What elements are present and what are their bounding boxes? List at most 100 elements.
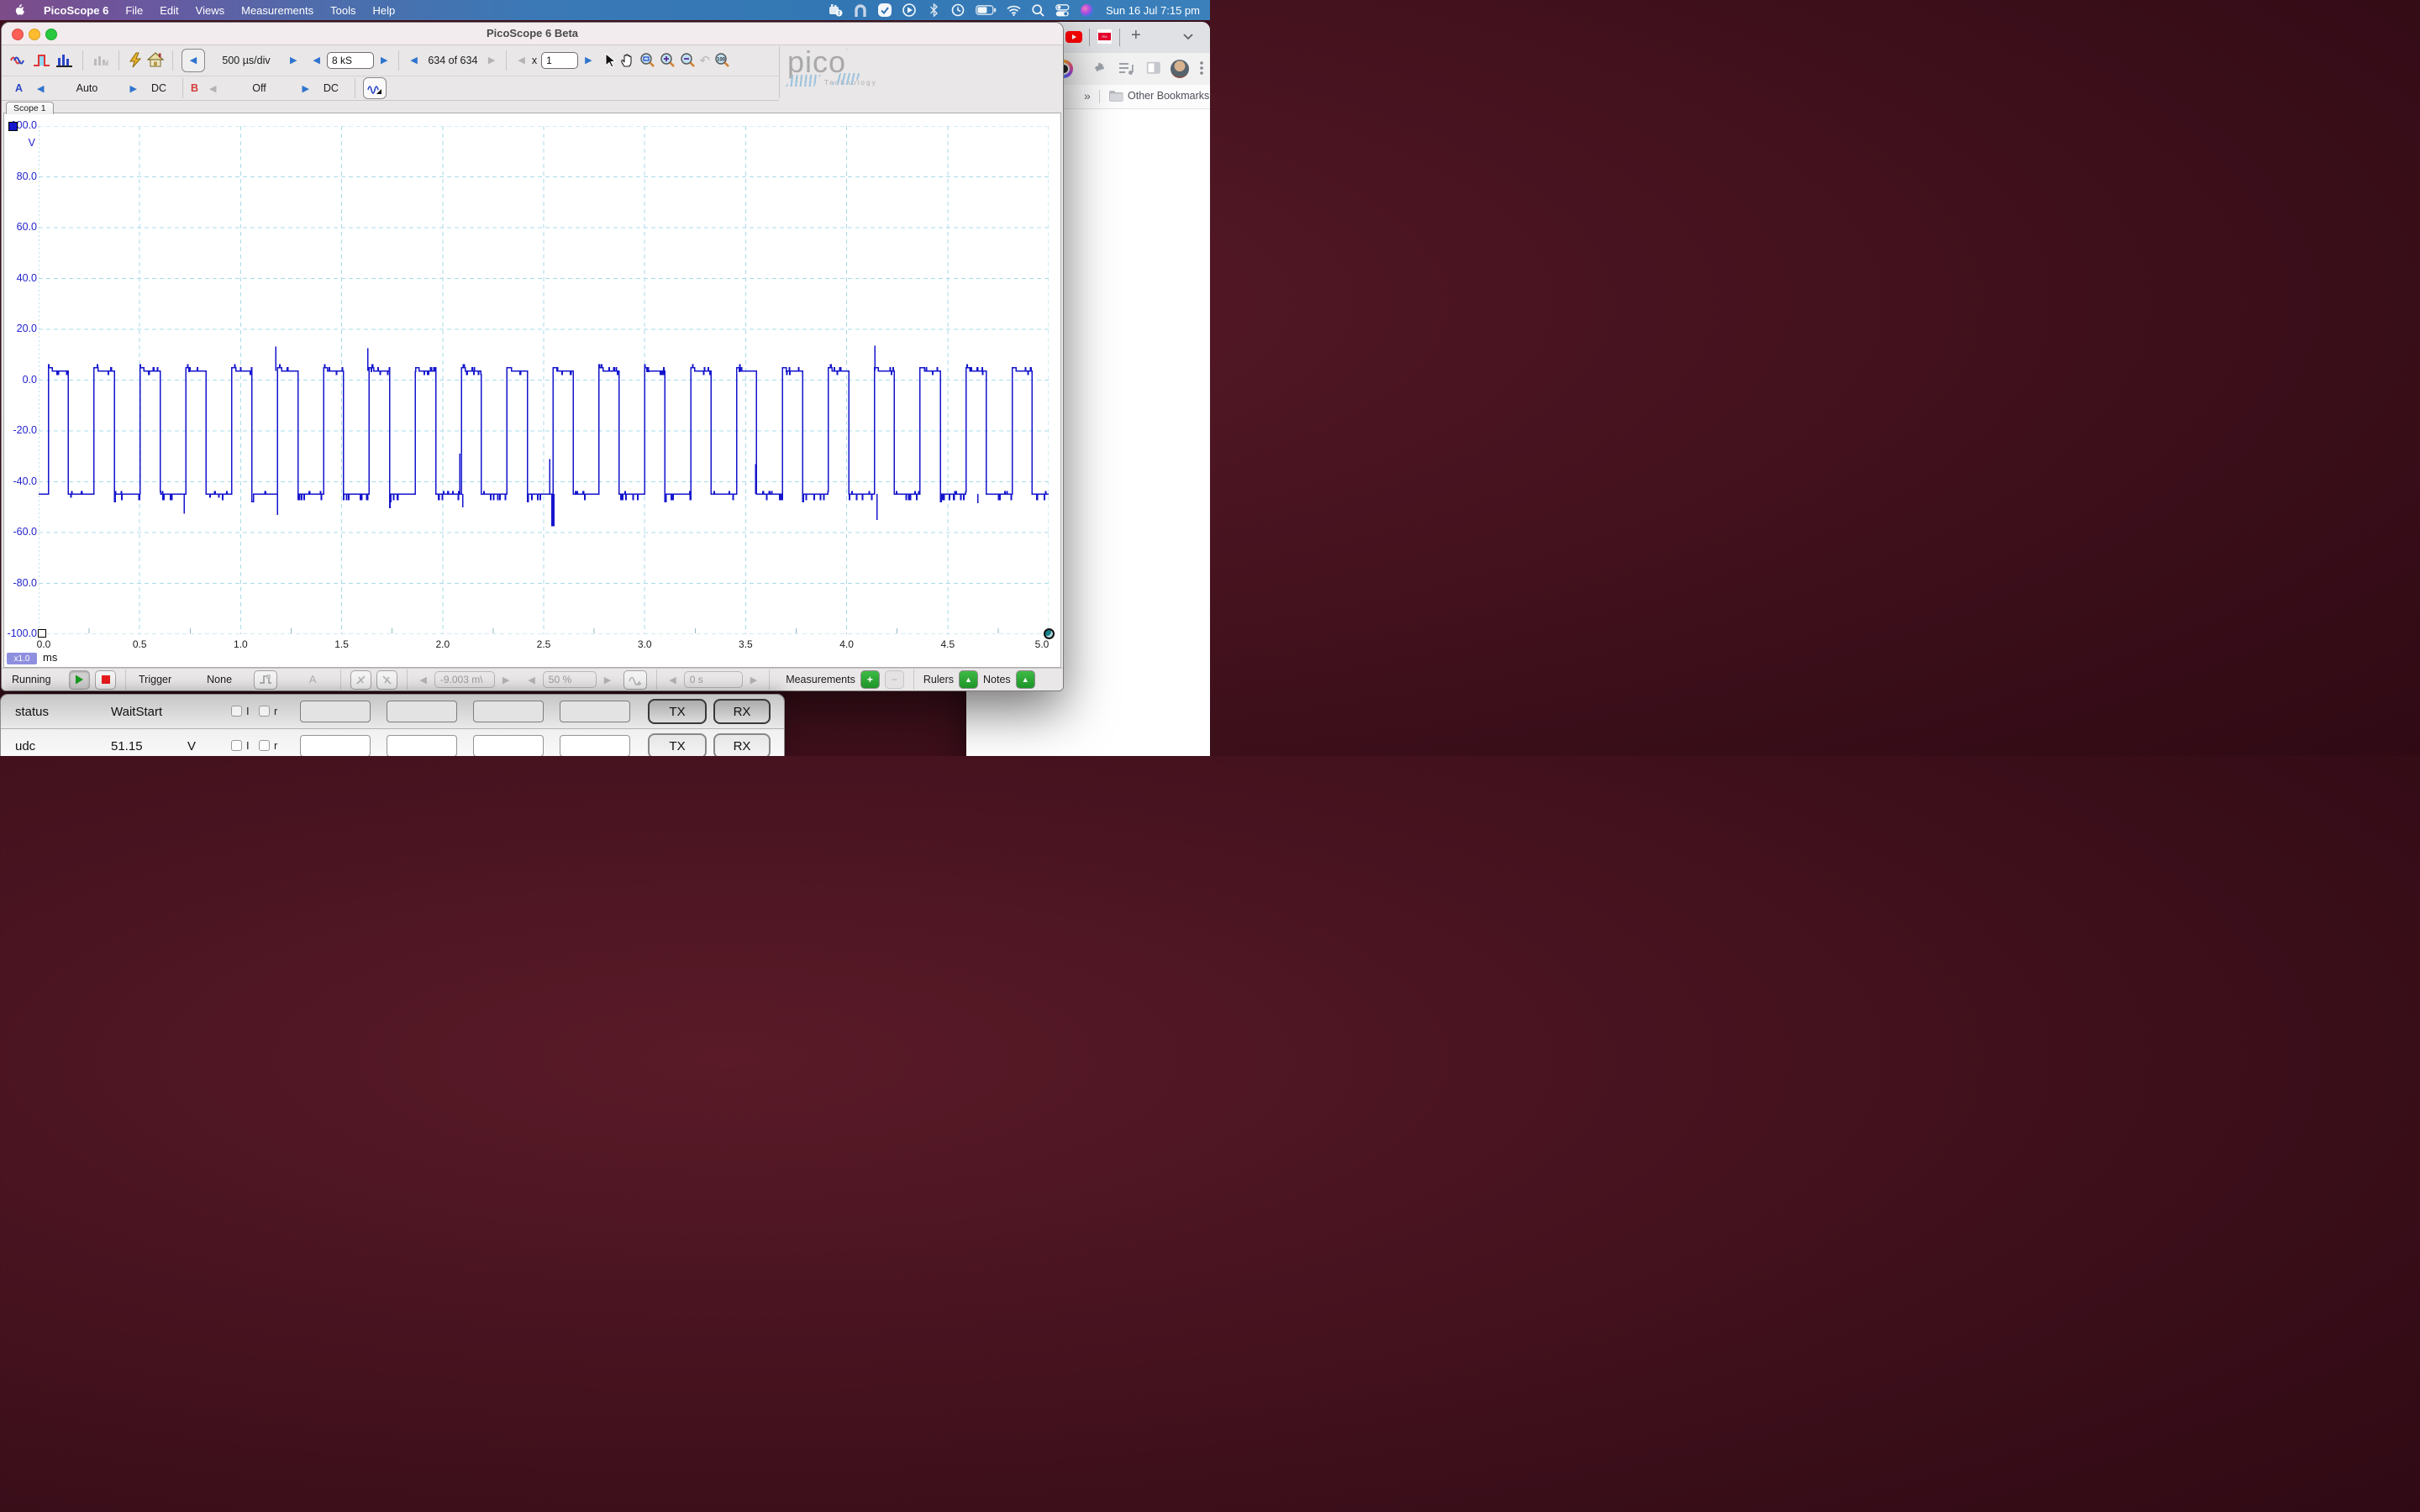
zoom-out-button[interactable]	[680, 52, 696, 68]
timebase-value[interactable]: 500 µs/div	[209, 55, 283, 66]
extensions-puzzle-icon[interactable]	[1092, 61, 1107, 76]
spectrum-mode-button[interactable]	[55, 53, 74, 68]
io-checkbox-r[interactable]	[259, 740, 270, 751]
remove-measurement-button[interactable]: −	[885, 670, 904, 689]
zoom-multiplier-decrease-button[interactable]: ◀	[515, 55, 527, 66]
channel-b-coupling[interactable]: DC	[312, 82, 350, 94]
profile-avatar[interactable]	[1171, 60, 1189, 78]
channel-offset-marker[interactable]	[38, 629, 46, 638]
rx-button[interactable]: RX	[713, 733, 771, 756]
apple-menu[interactable]	[0, 3, 35, 17]
channel-b-range[interactable]: Off	[218, 82, 299, 94]
channel-a-axis-marker[interactable]	[8, 122, 18, 131]
trigger-source-value[interactable]: A	[309, 674, 316, 685]
add-measurement-button[interactable]: +	[860, 670, 880, 689]
dock-status-icon[interactable]: !	[829, 3, 844, 18]
persistence-mode-button[interactable]	[33, 53, 51, 68]
menu-edit[interactable]: Edit	[151, 4, 187, 17]
io-field-2[interactable]	[387, 701, 457, 722]
io-field-2[interactable]	[387, 735, 457, 756]
io-field-1[interactable]	[300, 701, 371, 722]
tx-button[interactable]: TX	[648, 733, 707, 756]
browser-menu-dots-icon[interactable]	[1200, 60, 1203, 76]
timebase-increase-button[interactable]: ▶	[287, 55, 299, 66]
plot-corner-handle[interactable]	[1044, 628, 1055, 639]
tx-button[interactable]: TX	[648, 699, 707, 724]
channel-a-range-down-button[interactable]: ◀	[34, 83, 46, 94]
samples-increase-button[interactable]: ▶	[378, 55, 390, 66]
channel-a-coupling[interactable]: DC	[139, 82, 178, 94]
menu-app-name[interactable]: PicoScope 6	[35, 4, 117, 17]
trigger-level-value[interactable]: -9.003 m\	[434, 671, 495, 688]
buffer-previous-button[interactable]: ◀	[408, 55, 419, 66]
channel-a-range[interactable]: Auto	[47, 82, 128, 94]
menu-clock[interactable]: Sun 16 Jul 7:15 pm	[1106, 4, 1200, 17]
scope-plot[interactable]	[39, 126, 1049, 634]
io-checkbox-i[interactable]	[231, 706, 242, 717]
zoom-full-button[interactable]: 100	[714, 52, 730, 68]
scope-tab[interactable]: Scope 1	[6, 102, 54, 114]
rulers-button[interactable]: ▲	[959, 670, 978, 689]
pan-hand-tool-button[interactable]	[620, 53, 635, 68]
delay-increase-button[interactable]: ▶	[748, 675, 760, 685]
pre-trigger-decrease-button[interactable]: ◀	[525, 675, 537, 685]
window-title-bar[interactable]: PicoScope 6 Beta	[2, 23, 1063, 45]
youtube-favicon[interactable]	[1065, 31, 1082, 43]
notes-button[interactable]: ▲	[1016, 670, 1035, 689]
start-button[interactable]	[69, 670, 90, 690]
checkmark-menu-icon[interactable]	[878, 3, 892, 18]
trigger-marker-button[interactable]	[254, 670, 277, 690]
wifi-icon[interactable]	[1007, 3, 1021, 18]
trigger-mode-value[interactable]: None	[207, 674, 232, 685]
marquee-zoom-button[interactable]	[639, 52, 655, 68]
bluetooth-icon[interactable]	[927, 3, 941, 18]
arc-app-icon[interactable]	[854, 3, 868, 18]
persistence-disabled-button[interactable]	[92, 53, 110, 68]
samples-input[interactable]	[327, 52, 374, 69]
io-field-4[interactable]	[560, 735, 630, 756]
pre-trigger-increase-button[interactable]: ▶	[602, 675, 613, 685]
control-center-icon[interactable]	[1055, 3, 1070, 18]
stop-button[interactable]	[95, 670, 116, 690]
time-machine-icon[interactable]	[951, 3, 965, 18]
io-checkbox-i[interactable]	[231, 740, 242, 751]
other-bookmarks-label[interactable]: Other Bookmarks	[1128, 90, 1209, 102]
menu-measurements[interactable]: Measurements	[233, 4, 322, 17]
undo-zoom-button[interactable]: ↶	[700, 53, 711, 68]
falling-edge-button[interactable]	[376, 670, 397, 690]
spotlight-search-icon[interactable]	[1031, 3, 1045, 18]
zoom-multiplier-input[interactable]	[541, 52, 578, 69]
io-field-1[interactable]	[300, 735, 371, 756]
menu-views[interactable]: Views	[187, 4, 233, 17]
channel-b-range-up-button[interactable]: ▶	[299, 83, 311, 94]
io-field-3[interactable]	[473, 735, 544, 756]
io-field-3[interactable]	[473, 701, 544, 722]
delay-decrease-button[interactable]: ◀	[666, 675, 678, 685]
trigger-delay-value[interactable]: 0 s	[684, 671, 743, 688]
zoom-multiplier-increase-button[interactable]: ▶	[582, 55, 594, 66]
menu-file[interactable]: File	[117, 4, 151, 17]
auto-setup-button[interactable]	[128, 52, 143, 68]
pre-trigger-value[interactable]: 50 %	[543, 671, 597, 688]
io-checkbox-r[interactable]	[259, 706, 270, 717]
royalmail-favicon[interactable]: RM	[1097, 29, 1112, 44]
zoom-in-button[interactable]	[660, 52, 676, 68]
menu-tools[interactable]: Tools	[322, 4, 364, 17]
battery-icon[interactable]	[976, 3, 997, 18]
rapid-trigger-button[interactable]	[623, 670, 647, 690]
samples-decrease-button[interactable]: ◀	[310, 55, 322, 66]
channel-b-range-down-button[interactable]: ◀	[207, 83, 218, 94]
timebase-decrease-button[interactable]: ◀	[182, 49, 205, 72]
rising-edge-button[interactable]	[350, 670, 371, 690]
sidebar-toggle-icon[interactable]	[1146, 61, 1161, 75]
tab-search-chevron-icon[interactable]	[1183, 34, 1193, 40]
playlist-music-icon[interactable]	[1119, 62, 1134, 76]
bookmarks-overflow-chevron[interactable]: »	[1084, 89, 1091, 102]
channel-a-range-up-button[interactable]: ▶	[128, 83, 139, 94]
new-tab-button[interactable]: +	[1131, 26, 1141, 45]
waveform-generator-button[interactable]	[363, 77, 387, 99]
siri-icon[interactable]	[1080, 3, 1094, 18]
home-settings-button[interactable]	[147, 52, 164, 68]
buffer-next-button[interactable]: ▶	[486, 55, 497, 66]
menu-help[interactable]: Help	[364, 4, 403, 17]
